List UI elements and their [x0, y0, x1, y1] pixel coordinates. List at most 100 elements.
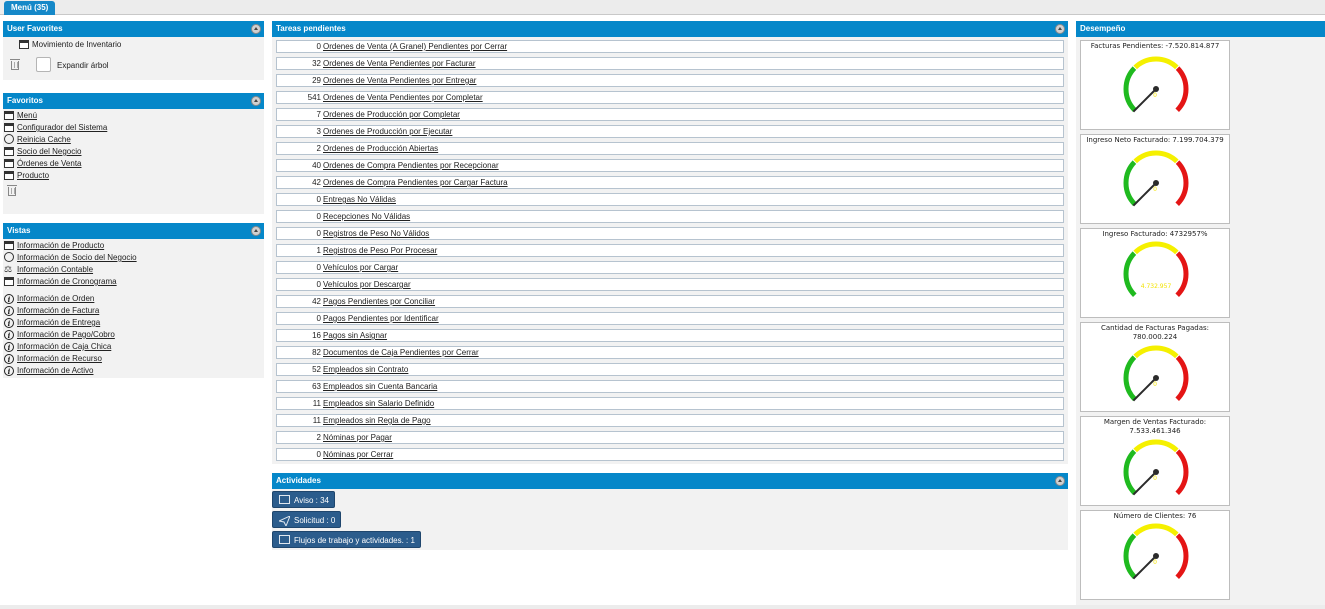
task-row[interactable]: 3 Ordenes de Producción por Ejecutar	[276, 125, 1064, 138]
vista-item-producto[interactable]: Información de Producto	[3, 240, 137, 252]
task-row[interactable]: 2 Ordenes de Producción Abiertas	[276, 142, 1064, 155]
tareas-title: Tareas pendientes	[276, 24, 346, 33]
aviso-button[interactable]: Aviso : 34	[272, 491, 335, 508]
task-row[interactable]: 0 Ordenes de Venta (A Granel) Pendientes …	[276, 40, 1064, 53]
task-row[interactable]: 63 Empleados sin Cuenta Bancaria	[276, 380, 1064, 393]
task-row[interactable]: 541 Ordenes de Venta Pendientes por Compl…	[276, 91, 1064, 104]
task-row[interactable]: 29 Ordenes de Venta Pendientes por Entreg…	[276, 74, 1064, 87]
vista-item-factura[interactable]: i Información de Factura	[3, 305, 137, 317]
request-icon	[277, 515, 291, 528]
vista-item-pago-cobro[interactable]: i Información de Pago/Cobro	[3, 329, 137, 341]
task-count: 11	[312, 399, 321, 408]
task-row[interactable]: 0 Pagos Pendientes por Identificar	[276, 312, 1064, 325]
favorito-label: Menú	[17, 111, 38, 120]
gauge-value: 0	[1153, 186, 1157, 193]
task-row[interactable]: 42 Ordenes de Compra Pendientes por Carga…	[276, 176, 1064, 189]
task-link[interactable]: Empleados sin Contrato	[323, 365, 408, 374]
solicitud-button[interactable]: Solicitud : 0	[272, 511, 342, 528]
task-link[interactable]: Ordenes de Producción por Ejecutar	[323, 127, 452, 136]
workflow-button[interactable]: Flujos de trabajo y actividades. : 1	[272, 531, 421, 548]
task-link[interactable]: Pagos sin Asignar	[323, 331, 387, 340]
task-row[interactable]: 40 Ordenes de Compra Pendientes por Recep…	[276, 159, 1064, 172]
gauge-band	[1133, 523, 1179, 537]
task-row[interactable]: 11 Empleados sin Regla de Pago	[276, 414, 1064, 427]
gauge-band	[1123, 251, 1137, 297]
task-row[interactable]: 0 Registros de Peso No Válidos	[276, 227, 1064, 240]
task-link[interactable]: Empleados sin Cuenta Bancaria	[323, 382, 437, 391]
task-link[interactable]: Empleados sin Salario Definido	[323, 399, 434, 408]
partner-info-icon	[4, 252, 14, 262]
task-link[interactable]: Ordenes de Venta Pendientes por Facturar	[323, 59, 476, 68]
task-row[interactable]: 42 Pagos Pendientes por Conciliar	[276, 295, 1064, 308]
task-row[interactable]: 2 Nóminas por Pagar	[276, 431, 1064, 444]
gauge-card: Ingreso Neto Facturado: 7.199.704.379 0	[1080, 134, 1230, 224]
collapse-icon[interactable]	[1055, 24, 1065, 34]
task-link[interactable]: Ordenes de Compra Pendientes por Recepci…	[323, 161, 499, 170]
task-link[interactable]: Nóminas por Pagar	[323, 433, 392, 442]
task-row[interactable]: 82 Documentos de Caja Pendientes por Cerr…	[276, 346, 1064, 359]
tab-menu[interactable]: Menú (35)	[4, 1, 56, 15]
favorito-item-configurador[interactable]: Configurador del Sistema	[3, 122, 107, 134]
vista-item-orden[interactable]: i Información de Orden	[3, 293, 137, 305]
task-link[interactable]: Ordenes de Venta (A Granel) Pendientes p…	[323, 42, 507, 51]
task-link[interactable]: Pagos Pendientes por Conciliar	[323, 297, 435, 306]
trash-icon[interactable]	[7, 185, 17, 196]
expand-tree-checkbox[interactable]	[36, 57, 51, 72]
task-row[interactable]: 0 Nóminas por Cerrar	[276, 448, 1064, 461]
process-icon	[4, 134, 14, 144]
collapse-icon[interactable]	[1055, 476, 1065, 486]
task-link[interactable]: Ordenes de Producción Abiertas	[323, 144, 438, 153]
task-link[interactable]: Ordenes de Venta Pendientes por Completa…	[323, 93, 483, 102]
vistas-title: Vistas	[7, 226, 31, 235]
task-row[interactable]: 0 Entregas No Válidas	[276, 193, 1064, 206]
task-row[interactable]: 16 Pagos sin Asignar	[276, 329, 1064, 342]
trash-icon[interactable]	[10, 59, 20, 70]
collapse-icon[interactable]	[251, 226, 261, 236]
task-row[interactable]: 0 Recepciones No Válidas	[276, 210, 1064, 223]
favorito-item-ordenes-venta[interactable]: Órdenes de Venta	[3, 158, 107, 170]
favorito-item-menu[interactable]: Menú	[3, 110, 107, 122]
task-link[interactable]: Ordenes de Compra Pendientes por Cargar …	[323, 178, 508, 187]
vista-item-recurso[interactable]: i Información de Recurso	[3, 353, 137, 365]
task-count: 32	[312, 59, 321, 68]
favorito-item-socio[interactable]: Socio del Negocio	[3, 146, 107, 158]
collapse-icon[interactable]	[251, 96, 261, 106]
task-link[interactable]: Ordenes de Venta Pendientes por Entregar	[323, 76, 476, 85]
vista-item-contable[interactable]: ⚖ Información Contable	[3, 264, 137, 276]
task-count: 82	[312, 348, 321, 357]
user-favorites-panel: User Favorites Movimiento de Inventario …	[3, 21, 264, 80]
task-row[interactable]: 7 Ordenes de Producción por Completar	[276, 108, 1064, 121]
vista-item-entrega[interactable]: i Información de Entrega	[3, 317, 137, 329]
vista-item-caja-chica[interactable]: i Información de Caja Chica	[3, 341, 137, 353]
task-link[interactable]: Vehículos por Descargar	[323, 280, 411, 289]
task-link[interactable]: Registros de Peso No Válidos	[323, 229, 429, 238]
vista-label: Información de Caja Chica	[17, 342, 112, 351]
task-row[interactable]: 1 Registros de Peso Por Procesar	[276, 244, 1064, 257]
collapse-icon[interactable]	[251, 24, 261, 34]
task-link[interactable]: Pagos Pendientes por Identificar	[323, 314, 439, 323]
task-link[interactable]: Nóminas por Cerrar	[323, 450, 393, 459]
vista-item-activo[interactable]: i Información de Activo	[3, 365, 137, 377]
task-count: 16	[312, 331, 321, 340]
task-row[interactable]: 0 Vehículos por Descargar	[276, 278, 1064, 291]
vista-label: Información de Producto	[17, 241, 105, 250]
task-link[interactable]: Recepciones No Válidas	[323, 212, 410, 221]
task-link[interactable]: Documentos de Caja Pendientes por Cerrar	[323, 348, 479, 357]
favorito-item-producto[interactable]: Producto	[3, 170, 107, 182]
window-icon	[19, 40, 29, 49]
task-row[interactable]: 32 Ordenes de Venta Pendientes por Factur…	[276, 57, 1064, 70]
user-favorite-item[interactable]: Movimiento de Inventario	[18, 39, 121, 51]
vista-item-socio[interactable]: Información de Socio del Negocio	[3, 252, 137, 264]
task-link[interactable]: Entregas No Válidas	[323, 195, 396, 204]
task-row[interactable]: 11 Empleados sin Salario Definido	[276, 397, 1064, 410]
task-row[interactable]: 52 Empleados sin Contrato	[276, 363, 1064, 376]
favorito-label: Producto	[17, 171, 50, 180]
task-link[interactable]: Registros de Peso Por Procesar	[323, 246, 437, 255]
vista-item-cronograma[interactable]: Información de Cronograma	[3, 276, 137, 288]
favorito-item-reinicia-cache[interactable]: Reinicia Cache	[3, 134, 107, 146]
task-link[interactable]: Ordenes de Producción por Completar	[323, 110, 460, 119]
gauge-title: Margen de Ventas Facturado: 7.533.461.34…	[1103, 418, 1207, 435]
task-link[interactable]: Empleados sin Regla de Pago	[323, 416, 431, 425]
task-row[interactable]: 0 Vehículos por Cargar	[276, 261, 1064, 274]
task-link[interactable]: Vehículos por Cargar	[323, 263, 398, 272]
